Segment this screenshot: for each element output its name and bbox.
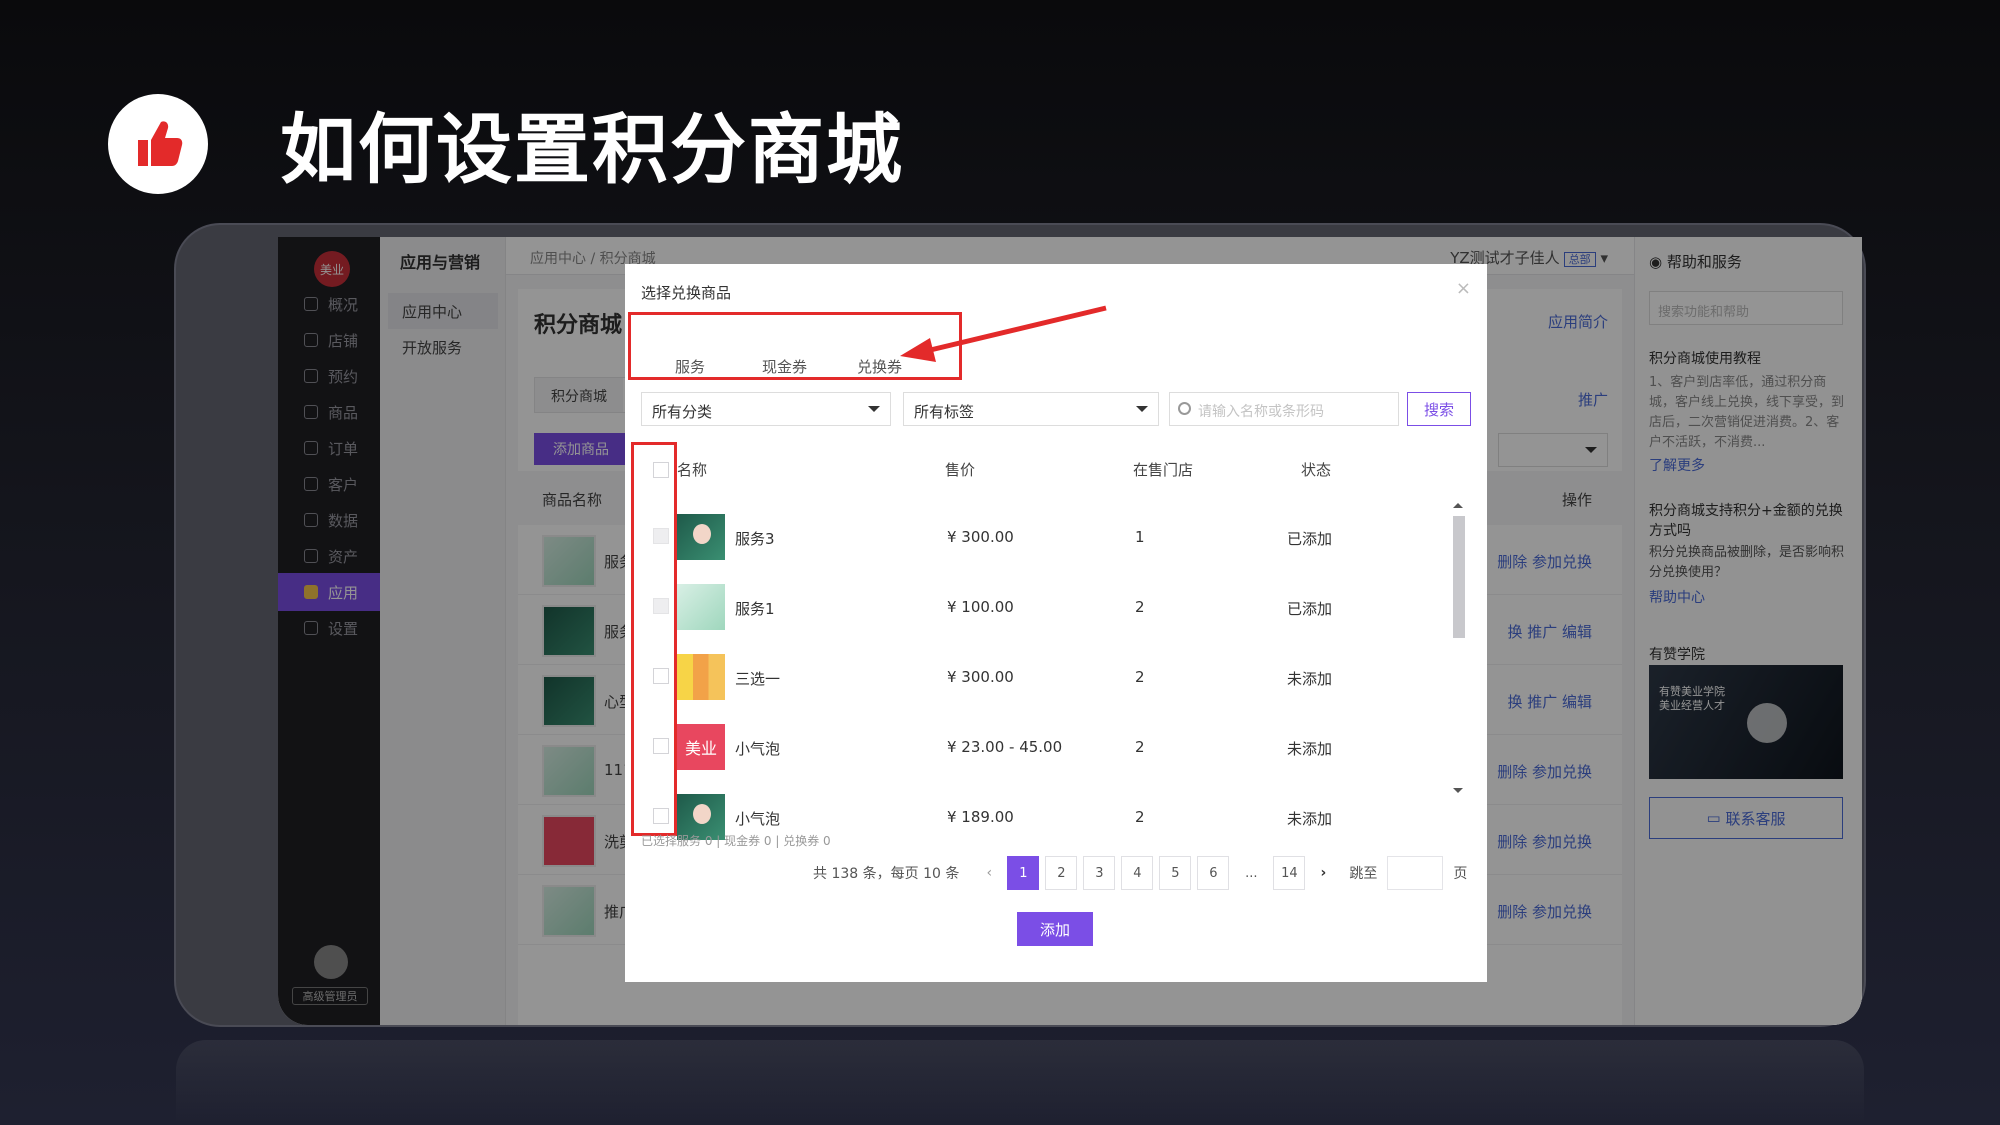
scrollbar[interactable] bbox=[1453, 516, 1465, 638]
close-icon[interactable]: × bbox=[1456, 278, 1471, 299]
chevron-left-icon[interactable]: ‹ bbox=[977, 856, 1001, 890]
goods-thumbnail bbox=[677, 514, 725, 560]
col-price: 售价 bbox=[945, 461, 976, 479]
col-name: 名称 bbox=[677, 461, 708, 479]
modal-title: 选择兑换商品 bbox=[641, 284, 732, 302]
jump-page-input[interactable] bbox=[1387, 856, 1444, 890]
chevron-right-icon[interactable]: › bbox=[1311, 856, 1335, 890]
device-frame: 美业 概况 店铺 预约 商品 订单 客户 数据 资产 应用 设置 高级管理员 应… bbox=[176, 225, 1864, 1025]
category-select[interactable]: 所有分类 bbox=[641, 392, 891, 426]
scroll-down-icon[interactable] bbox=[1453, 788, 1463, 798]
col-stores: 在售门店 bbox=[1133, 461, 1194, 479]
search-icon bbox=[1178, 402, 1191, 415]
pagination-info: 共 138 条，每页 10 条 bbox=[813, 866, 960, 882]
select-goods-modal: 选择兑换商品 × 服务 现金券 兑换券 所有分类 所有标签 请输入名称或条形码 … bbox=[625, 264, 1487, 982]
thumbs-up-icon bbox=[108, 94, 208, 194]
list-item: 服务3 ¥ 300.00 1 已添加 bbox=[625, 500, 1455, 570]
add-button[interactable]: 添加 bbox=[1017, 912, 1093, 946]
search-input[interactable]: 请输入名称或条形码 bbox=[1169, 392, 1399, 426]
selected-counts: 已选择服务 0 | 现金券 0 | 兑换券 0 bbox=[641, 834, 831, 848]
page-suffix: 页 bbox=[1453, 866, 1468, 882]
page-button[interactable]: 1 bbox=[1007, 856, 1040, 890]
highlight-checkbox-column bbox=[631, 442, 677, 836]
scroll-up-icon[interactable] bbox=[1453, 498, 1463, 508]
list-item: 三选一 ¥ 300.00 2 未添加 bbox=[625, 640, 1455, 710]
tag-select[interactable]: 所有标签 bbox=[903, 392, 1159, 426]
goods-thumbnail bbox=[677, 654, 725, 700]
page-button[interactable]: 4 bbox=[1121, 856, 1154, 890]
page-button[interactable]: 14 bbox=[1273, 856, 1306, 890]
list-item: 美业 小气泡 ¥ 23.00 - 45.00 2 未添加 bbox=[625, 710, 1455, 780]
device-reflection bbox=[176, 1040, 1864, 1125]
highlight-tabs-box bbox=[628, 312, 962, 380]
page-hero-title: 如何设置积分商城 bbox=[280, 105, 904, 194]
list-item: 服务1 ¥ 100.00 2 已添加 bbox=[625, 570, 1455, 640]
jump-label: 跳至 bbox=[1349, 866, 1378, 882]
col-status: 状态 bbox=[1301, 461, 1332, 479]
page-button[interactable]: 2 bbox=[1045, 856, 1078, 890]
page-button[interactable]: 6 bbox=[1197, 856, 1230, 890]
pagination: 共 138 条，每页 10 条 ‹ 1 2 3 4 5 6 ... 14 › 跳… bbox=[813, 856, 1467, 890]
app-screen: 美业 概况 店铺 预约 商品 订单 客户 数据 资产 应用 设置 高级管理员 应… bbox=[278, 237, 1862, 1025]
filter-bar: 所有分类 所有标签 请输入名称或条形码 搜索 bbox=[641, 392, 1471, 428]
page-ellipsis: ... bbox=[1245, 865, 1258, 881]
goods-thumbnail: 美业 bbox=[677, 724, 725, 770]
page-button[interactable]: 3 bbox=[1083, 856, 1116, 890]
page-button[interactable]: 5 bbox=[1159, 856, 1192, 890]
search-button[interactable]: 搜索 bbox=[1407, 392, 1471, 426]
goods-thumbnail bbox=[677, 584, 725, 630]
